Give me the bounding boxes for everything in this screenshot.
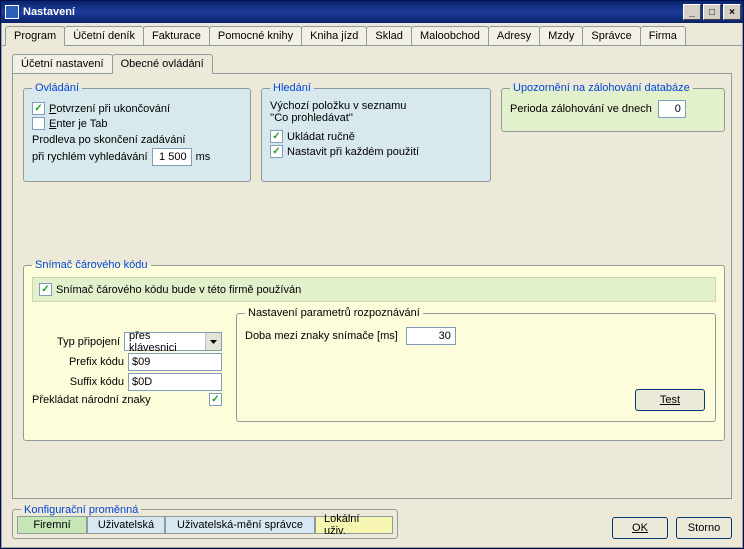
groupbox-recognition-params: Nastavení parametrů rozpoznávání Doba me… [236,307,716,422]
subtab-obecne-ovladani[interactable]: Obecné ovládání [112,54,213,74]
tab-adresy[interactable]: Adresy [488,26,540,45]
backup-period-input[interactable]: 0 [658,100,686,118]
legend-hledani: Hledání [270,82,314,94]
suffix-label: Suffix kódu [70,376,124,388]
close-button[interactable]: × [723,4,741,20]
checkbox-icon [32,117,45,130]
checkbox-icon [39,283,52,296]
legend-scanner: Snímač čárového kódu [32,259,151,271]
delay-unit: ms [196,151,211,163]
maximize-button[interactable]: □ [703,4,721,20]
groupbox-scanner: Snímač čárového kódu Snímač čárového kód… [23,259,725,441]
translate-label: Překládat národní znaky [32,394,205,406]
legend-lokalni: Lokální uživ. [315,516,393,534]
delay-label-line2: při rychlém vyhledávání [32,151,148,163]
groupbox-ovladani: Ovládání Potvrzení při ukončování Enter … [23,82,251,182]
tab-firma[interactable]: Firma [640,26,686,45]
check-translate[interactable] [209,393,222,406]
tab-kniha-jizd[interactable]: Kniha jízd [301,26,367,45]
tab-pomocne-knihy[interactable]: Pomocné knihy [209,26,302,45]
hledani-intro-2: ''Co prohledávat'' [270,112,482,124]
hledani-intro-1: Výchozí položku v seznamu [270,100,482,112]
tab-mzdy[interactable]: Mzdy [539,26,583,45]
groupbox-hledani: Hledání Výchozí položku v seznamu ''Co p… [261,82,491,182]
checkbox-icon [32,102,45,115]
check-confirm-exit-label: Potvrzení při ukončování [49,103,170,115]
check-set-each-use-label: Nastavit při každém použití [287,146,419,158]
legend-ovladani: Ovládání [32,82,82,94]
ok-button[interactable]: OK [612,517,668,539]
groupbox-config-var: Konfigurační proměnná Firemní Uživatelsk… [12,509,398,539]
backup-period-label: Perioda zálohování ve dnech [510,103,652,115]
tab-program[interactable]: Program [5,26,65,46]
sub-tabstrip: Účetní nastavení Obecné ovládání [12,54,732,74]
legend-backup-warn: Upozornění na zálohování databáze [510,82,693,94]
check-confirm-exit[interactable]: Potvrzení při ukončování [32,102,242,115]
checkbox-icon [270,130,283,143]
tab-spravce[interactable]: Správce [582,26,640,45]
check-use-scanner-label: Snímač čárového kódu bude v této firmě p… [56,284,301,296]
settings-panel: Ovládání Potvrzení při ukončování Enter … [12,73,732,499]
tab-maloobchod[interactable]: Maloobchod [411,26,489,45]
chevron-down-icon [205,333,221,350]
legend-config-var: Konfigurační proměnná [21,504,141,516]
checkbox-icon [270,145,283,158]
check-use-scanner[interactable]: Snímač čárového kódu bude v této firmě p… [39,283,709,296]
test-button[interactable]: Test [635,389,705,411]
legend-uzivatelska: Uživatelská [87,516,165,534]
interval-input[interactable]: 30 [406,327,456,345]
legend-uzivatelska-spravce: Uživatelská-mění správce [165,516,315,534]
subtab-ucetni-nastaveni[interactable]: Účetní nastavení [12,54,113,74]
delay-input[interactable]: 1 500 [152,148,192,166]
minimize-button[interactable]: _ [683,4,701,20]
check-enter-tab[interactable]: Enter je Tab [32,117,242,130]
conn-type-value: přes klávesnici [125,333,205,350]
groupbox-backup-warn: Upozornění na zálohování databáze Period… [501,82,725,132]
interval-label: Doba mezi znaky snímače [ms] [245,330,398,342]
delay-label-line1: Prodleva po skončení zadávání [32,134,242,146]
app-icon [5,5,19,19]
tab-sklad[interactable]: Sklad [366,26,412,45]
main-tabstrip: Program Účetní deník Fakturace Pomocné k… [2,23,742,46]
titlebar: Nastavení _ □ × [1,1,743,23]
prefix-label: Prefix kódu [69,356,124,368]
check-enter-tab-label: Enter je Tab [49,118,108,130]
check-save-manual[interactable]: Ukládat ručně [270,130,482,143]
check-set-each-use[interactable]: Nastavit při každém použití [270,145,482,158]
legend-recognition-params: Nastavení parametrů rozpoznávání [245,307,423,319]
check-save-manual-label: Ukládat ručně [287,131,355,143]
conn-type-label: Typ připojení [57,336,120,348]
legend-firemni: Firemní [17,516,87,534]
prefix-input[interactable]: $09 [128,353,222,371]
suffix-input[interactable]: $0D [128,373,222,391]
tab-fakturace[interactable]: Fakturace [143,26,210,45]
conn-type-combo[interactable]: přes klávesnici [124,332,222,351]
tab-ucetni-denik[interactable]: Účetní deník [64,26,144,45]
window-title: Nastavení [23,6,681,18]
storno-button[interactable]: Storno [676,517,732,539]
